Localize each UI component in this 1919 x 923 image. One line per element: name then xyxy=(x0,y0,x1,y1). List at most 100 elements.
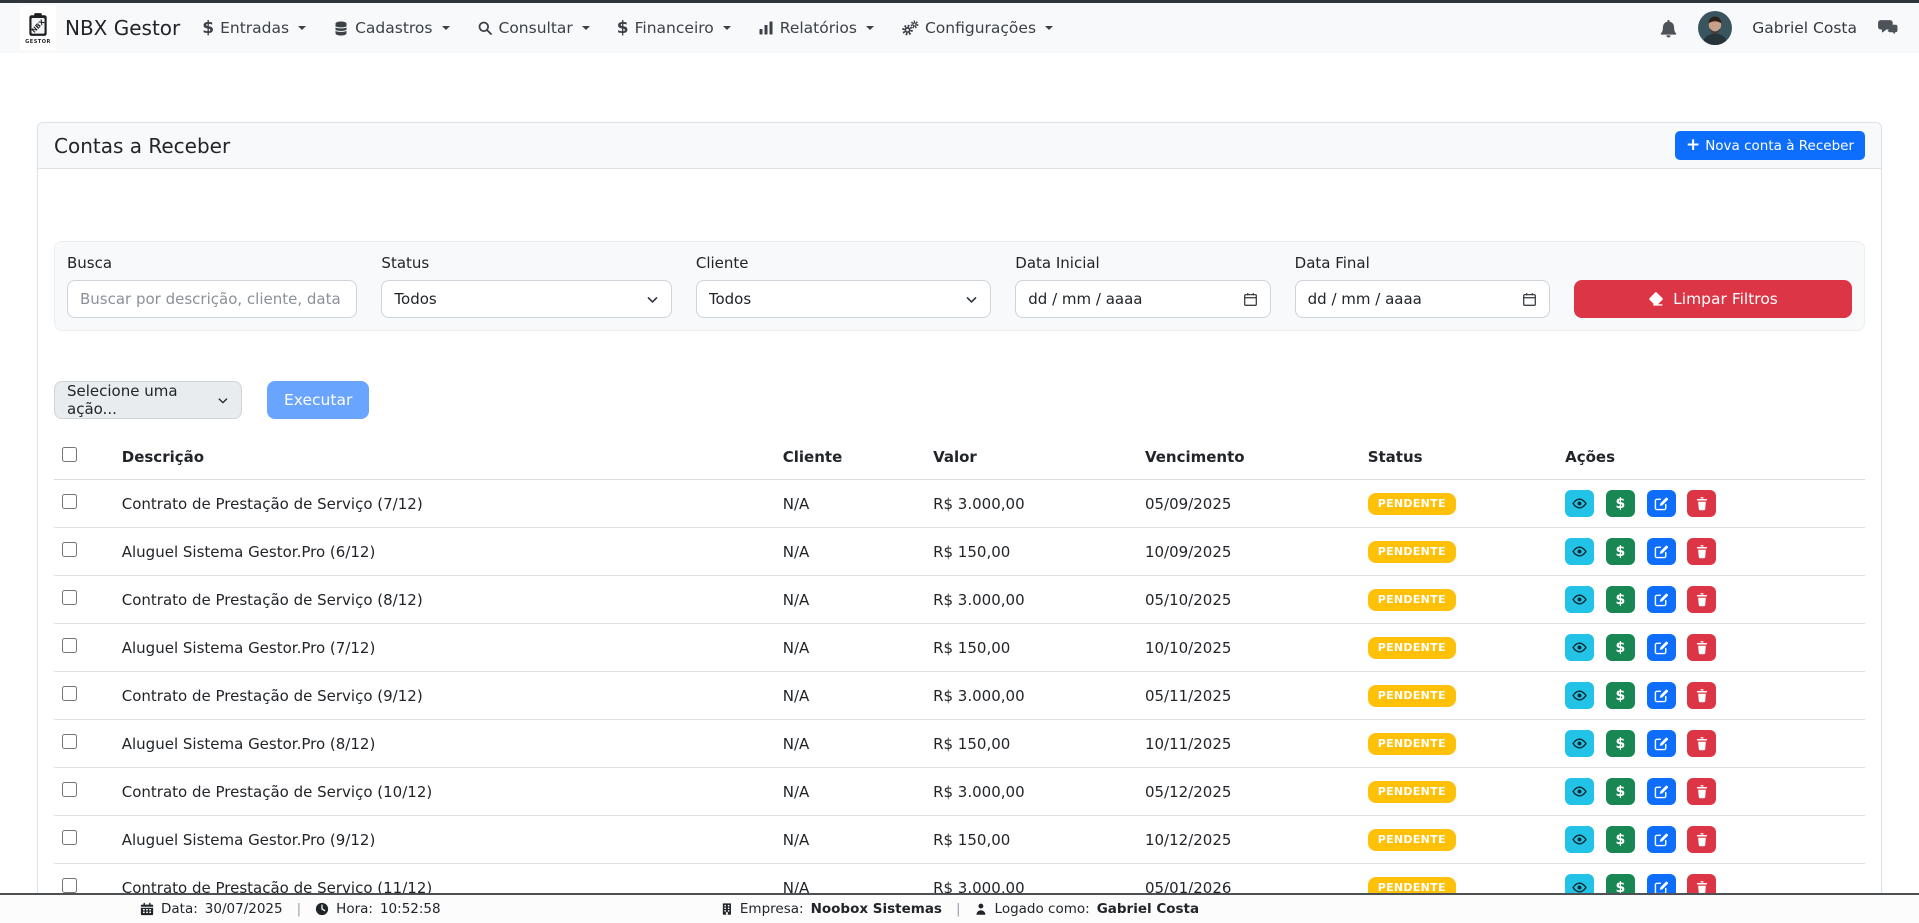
receive-payment-button[interactable]: $ xyxy=(1606,586,1635,613)
chevron-down-icon xyxy=(723,26,731,30)
receive-payment-button[interactable]: $ xyxy=(1606,490,1635,517)
eye-icon xyxy=(1571,544,1588,559)
chat-icon[interactable] xyxy=(1877,19,1899,38)
calendar-icon[interactable] xyxy=(1243,292,1258,307)
row-checkbox[interactable] xyxy=(62,782,77,797)
eye-icon xyxy=(1571,496,1588,511)
brand[interactable]: NBX GESTOR NBX Gestor xyxy=(20,6,202,50)
executar-button[interactable]: Executar xyxy=(267,381,369,419)
view-button[interactable] xyxy=(1565,778,1594,805)
chevron-down-icon xyxy=(866,26,874,30)
status-footer: Data: 30/07/2025 | Hora: 10:52:58 Empres… xyxy=(0,893,1919,923)
cliente-select[interactable]: Todos xyxy=(696,280,991,318)
bulk-actions-bar: Selecione uma ação... Executar xyxy=(54,381,1865,419)
edit-button[interactable] xyxy=(1647,778,1676,805)
menu-item-entradas[interactable]: $ Entradas xyxy=(202,19,306,37)
edit-button[interactable] xyxy=(1647,586,1676,613)
menu-item-configuracoes[interactable]: Configurações xyxy=(901,19,1053,37)
menu-item-financeiro[interactable]: $ Financeiro xyxy=(617,19,731,37)
data-inicial-input[interactable]: dd / mm / aaaa xyxy=(1015,280,1270,318)
calendar-icon[interactable] xyxy=(1522,292,1537,307)
row-checkbox[interactable] xyxy=(62,494,77,509)
view-button[interactable] xyxy=(1565,538,1594,565)
cell-vencimento: 05/10/2025 xyxy=(1137,576,1360,624)
cell-descricao: Contrato de Prestação de Serviço (7/12) xyxy=(114,480,775,528)
bell-icon[interactable] xyxy=(1659,18,1678,38)
row-checkbox[interactable] xyxy=(62,734,77,749)
status-select[interactable]: Todos xyxy=(381,280,671,318)
delete-button[interactable] xyxy=(1687,634,1716,661)
edit-button[interactable] xyxy=(1647,826,1676,853)
receive-payment-button[interactable]: $ xyxy=(1606,634,1635,661)
eye-icon xyxy=(1571,688,1588,703)
view-button[interactable] xyxy=(1565,586,1594,613)
select-all-checkbox[interactable] xyxy=(62,447,77,462)
eye-icon xyxy=(1571,640,1588,655)
view-button[interactable] xyxy=(1565,730,1594,757)
cell-cliente: N/A xyxy=(775,768,925,816)
building-icon xyxy=(720,902,733,916)
row-checkbox[interactable] xyxy=(62,830,77,845)
cell-acoes: $ xyxy=(1557,576,1865,624)
edit-button[interactable] xyxy=(1647,682,1676,709)
delete-button[interactable] xyxy=(1687,586,1716,613)
cell-status: PENDENTE xyxy=(1360,720,1557,768)
receive-payment-button[interactable]: $ xyxy=(1606,826,1635,853)
delete-button[interactable] xyxy=(1687,826,1716,853)
delete-button[interactable] xyxy=(1687,490,1716,517)
nova-conta-button[interactable]: + Nova conta à Receber xyxy=(1675,131,1865,160)
row-checkbox[interactable] xyxy=(62,686,77,701)
bulk-action-select[interactable]: Selecione uma ação... xyxy=(54,381,242,419)
cell-acoes: $ xyxy=(1557,624,1865,672)
edit-button[interactable] xyxy=(1647,538,1676,565)
view-button[interactable] xyxy=(1565,826,1594,853)
view-button[interactable] xyxy=(1565,682,1594,709)
menu-item-cadastros[interactable]: Cadastros xyxy=(333,19,449,37)
receive-payment-button[interactable]: $ xyxy=(1606,682,1635,709)
edit-button[interactable] xyxy=(1647,634,1676,661)
pencil-square-icon xyxy=(1654,496,1669,511)
cell-descricao: Aluguel Sistema Gestor.Pro (6/12) xyxy=(114,528,775,576)
table-header-row: Descrição Cliente Valor Vencimento Statu… xyxy=(54,441,1865,480)
row-checkbox[interactable] xyxy=(62,542,77,557)
receive-payment-button[interactable]: $ xyxy=(1606,778,1635,805)
cell-status: PENDENTE xyxy=(1360,624,1557,672)
eye-icon xyxy=(1571,736,1588,751)
view-button[interactable] xyxy=(1565,634,1594,661)
view-button[interactable] xyxy=(1565,490,1594,517)
main-menu: $ Entradas Cadastros Consultar $ Finance… xyxy=(202,19,1053,37)
cell-status: PENDENTE xyxy=(1360,480,1557,528)
clock-icon xyxy=(315,902,329,916)
status-badge: PENDENTE xyxy=(1368,493,1456,515)
table-body: Contrato de Prestação de Serviço (7/12) … xyxy=(54,480,1865,912)
delete-button[interactable] xyxy=(1687,538,1716,565)
receive-payment-button[interactable]: $ xyxy=(1606,730,1635,757)
row-checkbox[interactable] xyxy=(62,590,77,605)
cell-status: PENDENTE xyxy=(1360,528,1557,576)
status-label: Status xyxy=(381,254,671,272)
edit-button[interactable] xyxy=(1647,730,1676,757)
menu-item-relatorios[interactable]: Relatórios xyxy=(758,19,874,37)
menu-item-consultar[interactable]: Consultar xyxy=(477,19,590,37)
edit-button[interactable] xyxy=(1647,490,1676,517)
filter-cliente: Cliente Todos xyxy=(696,254,991,318)
user-avatar[interactable] xyxy=(1698,11,1732,45)
delete-button[interactable] xyxy=(1687,730,1716,757)
data-final-input[interactable]: dd / mm / aaaa xyxy=(1295,280,1550,318)
row-checkbox[interactable] xyxy=(62,878,77,893)
header-acoes: Ações xyxy=(1557,441,1865,480)
filter-status: Status Todos xyxy=(381,254,671,318)
limpar-filtros-button[interactable]: Limpar Filtros xyxy=(1574,280,1852,318)
status-badge: PENDENTE xyxy=(1368,781,1456,803)
status-badge: PENDENTE xyxy=(1368,637,1456,659)
user-name[interactable]: Gabriel Costa xyxy=(1752,19,1857,37)
eye-icon xyxy=(1571,784,1588,799)
row-checkbox[interactable] xyxy=(62,638,77,653)
delete-button[interactable] xyxy=(1687,778,1716,805)
delete-button[interactable] xyxy=(1687,682,1716,709)
pencil-square-icon xyxy=(1654,688,1669,703)
busca-input[interactable] xyxy=(67,280,357,318)
cell-cliente: N/A xyxy=(775,816,925,864)
receive-payment-button[interactable]: $ xyxy=(1606,538,1635,565)
trash-icon xyxy=(1695,640,1709,655)
